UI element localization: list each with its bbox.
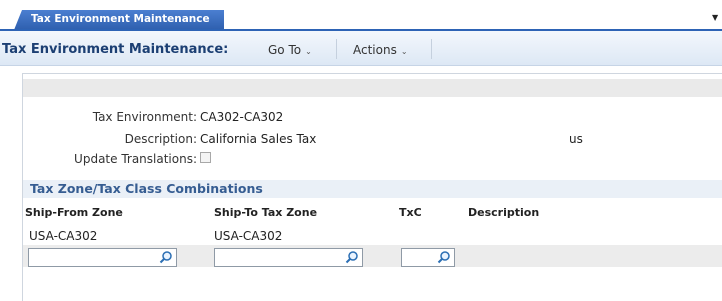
tab-strip: Tax Environment Maintenance ▼ [0, 0, 722, 31]
description-label: Description: [124, 132, 197, 146]
actions-menu-label: Actions [353, 43, 397, 57]
magnifier-icon[interactable] [437, 250, 451, 264]
goto-menu-label: Go To [268, 43, 302, 57]
magnifier-icon[interactable] [159, 250, 173, 264]
column-header-txc[interactable]: TxC [399, 206, 422, 219]
magnifier-icon[interactable] [345, 250, 359, 264]
goto-menu[interactable]: Go To ⌄ [268, 43, 312, 57]
update-translations-checkbox[interactable] [200, 152, 211, 163]
tax-environment-value: CA302-CA302 [200, 110, 284, 124]
section-title: Tax Zone/Tax Class Combinations [30, 181, 263, 196]
tab-tax-environment-maintenance[interactable]: Tax Environment Maintenance [14, 10, 224, 30]
tax-environment-label: Tax Environment: [92, 110, 197, 124]
menu-separator [431, 39, 432, 59]
update-translations-label: Update Translations: [74, 152, 197, 166]
actions-menu[interactable]: Actions ⌄ [353, 43, 408, 57]
column-header-ship-from-zone[interactable]: Ship-From Zone [25, 206, 123, 219]
chevron-down-icon: ⌄ [305, 47, 312, 56]
chevron-down-icon: ⌄ [400, 47, 408, 56]
menu-separator [336, 39, 337, 59]
ship-to-tax-zone-input[interactable] [214, 248, 363, 267]
table-cell-ship-from-zone: USA-CA302 [29, 229, 98, 243]
page-title: Tax Environment Maintenance: [2, 42, 229, 57]
table-cell-ship-to-tax-zone: USA-CA302 [214, 229, 283, 243]
description-language-code: us [569, 132, 583, 146]
ship-from-zone-input[interactable] [28, 248, 177, 267]
column-header-description[interactable]: Description [468, 206, 539, 219]
page-header: Tax Environment Maintenance: Go To ⌄ Acti… [0, 31, 722, 66]
column-header-ship-to-tax-zone[interactable]: Ship-To Tax Zone [214, 206, 317, 219]
tab-label: Tax Environment Maintenance [31, 13, 210, 25]
tab-menu-caret-icon[interactable]: ▼ [712, 13, 722, 22]
txc-input[interactable] [401, 248, 455, 267]
panel-toolbar [23, 79, 722, 97]
description-value: California Sales Tax [200, 132, 317, 146]
